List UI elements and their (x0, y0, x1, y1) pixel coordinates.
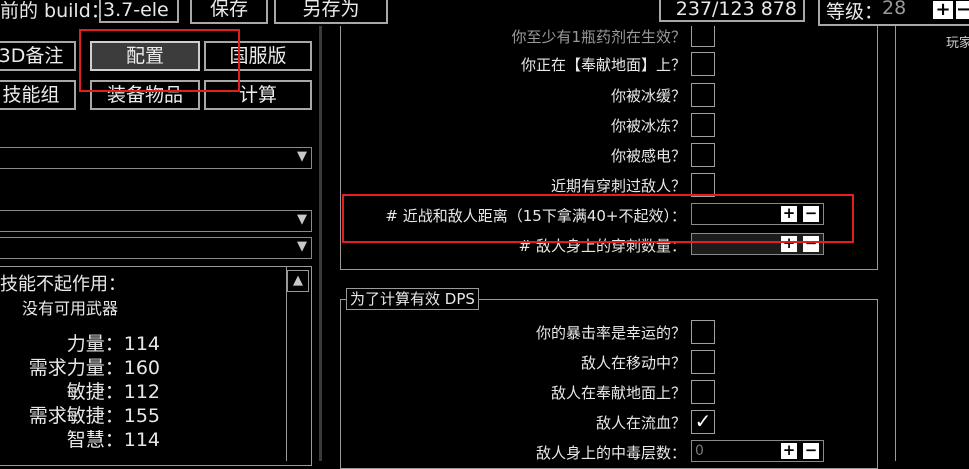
save-button[interactable]: 保存 (190, 0, 268, 24)
poison-stacks-minus-button[interactable]: − (803, 443, 819, 459)
stat-label: 需求敏捷： (28, 405, 124, 427)
skill-groups-tab[interactable]: 技能组 (0, 80, 76, 110)
level-value[interactable]: 28 (882, 0, 906, 19)
chevron-down-icon: ▼ (297, 239, 307, 254)
level-label: 等级： (826, 1, 884, 23)
save-as-button[interactable]: 另存为 (274, 0, 388, 24)
consecrated-ground-label: 你正在【奉献地面】上？ (520, 56, 686, 74)
chevron-down-icon: ▼ (297, 149, 307, 164)
impaled-recently-label: 近期有穿刺过敌人？ (550, 177, 686, 195)
enemy-consecrated-label: 敌人在奉献地面上？ (550, 384, 686, 402)
notes-tab[interactable]: 3D备注 (0, 41, 76, 71)
skill-part-dropdown[interactable]: ▼ (0, 210, 312, 232)
main-skill-dropdown[interactable]: ▼ (0, 147, 312, 169)
stat-label: 需求力量： (28, 357, 124, 379)
stat-value: 112 (123, 381, 160, 403)
lucky-crit-checkbox[interactable] (691, 320, 715, 344)
level-plus-button[interactable]: + (933, 1, 953, 19)
stats-scrollbar[interactable] (286, 267, 311, 461)
level-minus-button[interactable]: − (956, 1, 969, 19)
skill-stage-dropdown[interactable]: ▼ (0, 237, 312, 259)
stat-row: 智慧：114 (0, 425, 160, 451)
shocked-checkbox[interactable] (691, 143, 715, 167)
right-column-border (895, 26, 896, 461)
stat-value: 160 (123, 357, 160, 379)
scroll-up-button[interactable]: ▲ (287, 270, 309, 292)
stat-label: 智慧： (66, 429, 124, 451)
stat-row: 需求敏捷：155 (0, 401, 160, 427)
stat-label: 力量： (66, 333, 124, 355)
stat-row: 需求力量：160 (0, 353, 160, 379)
build-name-input[interactable]: 3.7-ele (99, 0, 179, 23)
consecrated-ground-checkbox[interactable] (691, 52, 715, 76)
frozen-label: 你被冰冻？ (610, 117, 686, 135)
stat-value: 114 (123, 333, 160, 355)
stat-label: 敏捷： (66, 381, 124, 403)
enemy-moving-label: 敌人在移动中？ (580, 354, 686, 372)
stat-value: 155 (123, 405, 160, 427)
build-label: 前的 build： (0, 0, 110, 22)
stat-row: 敏捷：112 (0, 377, 160, 403)
points-display: 237/123 878 (659, 0, 805, 22)
poison-stacks-label: 敌人身上的中毒层数： (535, 444, 686, 462)
stats-list: 力量：114 需求力量：160 敏捷：112 需求敏捷：155 智慧：114 (0, 329, 160, 451)
right-panel-cut-label: 玩家 (946, 36, 969, 51)
chevron-down-icon: ▼ (297, 212, 307, 227)
enemy-bleeding-checkbox[interactable]: ✓ (691, 410, 715, 434)
flask-question-label: 你至少有1瓶药剂在生效？ (511, 28, 686, 46)
frozen-checkbox[interactable] (691, 113, 715, 137)
panel-divider (319, 26, 322, 461)
highlight-box-config (79, 29, 240, 92)
dps-section-title: 为了计算有效 DPS (346, 288, 479, 310)
stat-row: 力量：114 (0, 329, 160, 355)
enemy-moving-checkbox[interactable] (691, 350, 715, 374)
poison-stacks-plus-button[interactable]: + (781, 443, 797, 459)
chilled-label: 你被冰缓？ (610, 87, 686, 105)
enemy-consecrated-checkbox[interactable] (691, 380, 715, 404)
no-weapon-text: 没有可用武器 (22, 299, 119, 318)
stat-value: 114 (123, 429, 160, 451)
highlight-box-distance (342, 194, 854, 243)
lucky-crit-label: 你的暴击率是幸运的？ (535, 324, 686, 342)
chilled-checkbox[interactable] (691, 83, 715, 107)
enemy-bleeding-label: 敌人在流血？ (595, 414, 686, 432)
shocked-label: 你被感电？ (610, 147, 686, 165)
skill-warning: 技能不起作用： (0, 274, 126, 295)
flask-checkbox[interactable] (691, 26, 715, 47)
